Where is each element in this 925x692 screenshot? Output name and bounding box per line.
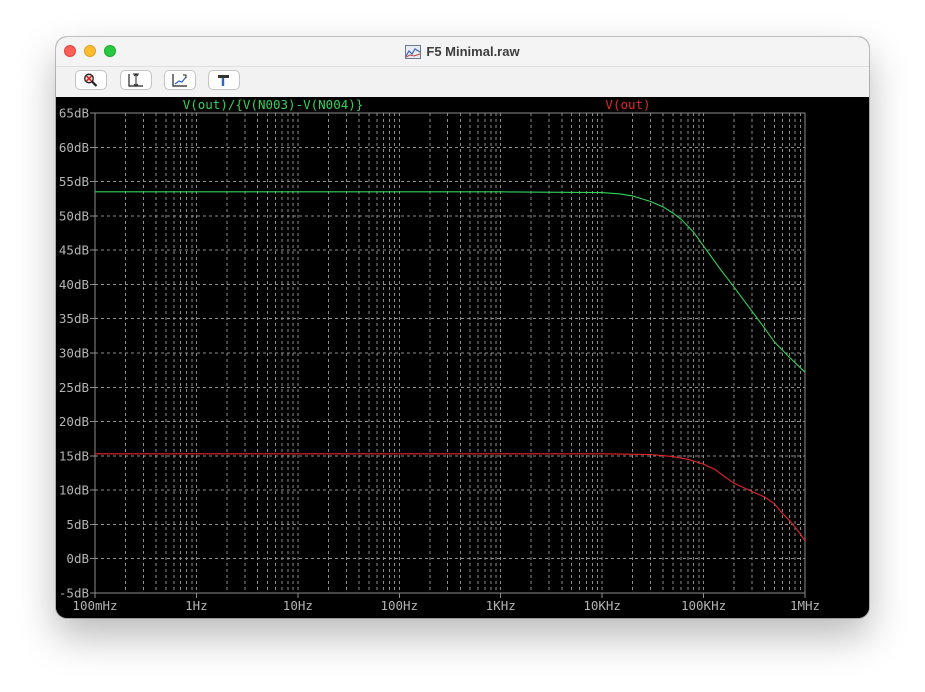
window-title-text: F5 Minimal.raw: [426, 44, 520, 59]
y-tick-label: 35dB: [59, 311, 89, 326]
y-tick-label: 25dB: [59, 380, 89, 395]
bode-plot-chart[interactable]: -5dB0dB5dB10dB15dB20dB25dB30dB35dB40dB45…: [56, 97, 869, 618]
y-tick-label: 60dB: [59, 140, 89, 155]
y-tick-label: 45dB: [59, 243, 89, 258]
legend-label-1: V(out)/{V(N003)-V(N004)}: [183, 97, 364, 112]
plot-area[interactable]: -5dB 0dB 5dB 10dB 15dB 20dB 25dB 30dB 35dB 40dB 45…: [56, 97, 869, 618]
x-tick-label: 100Hz: [380, 598, 418, 613]
waveform-file-icon: [405, 44, 422, 59]
y-tick-label: 65dB: [59, 106, 89, 121]
legend: V(out)/{V(N003)-V(N004)} V(out): [183, 97, 651, 112]
title-bar[interactable]: F5 Minimal.raw: [56, 37, 869, 67]
y-axis-tick-labels: -5dB0dB5dB10dB15dB20dB25dB30dB35dB40dB45…: [59, 106, 89, 601]
x-tick-label: 10KHz: [583, 598, 621, 613]
y-tick-label: 40dB: [59, 277, 89, 292]
zoom-fit-icon: [172, 74, 187, 87]
autorange-button[interactable]: [120, 70, 152, 90]
toolbar: [56, 67, 869, 97]
y-tick-label: 10dB: [59, 483, 89, 498]
x-tick-label: 100KHz: [681, 598, 726, 613]
y-tick-label: 50dB: [59, 208, 89, 223]
y-tick-label: 15dB: [59, 448, 89, 463]
magnifier-zoom-icon: [84, 73, 98, 87]
x-axis-tick-labels: 100mHz 1Hz 10Hz 100Hz 1KHz 10KHz 100KHz 1MHz: [72, 598, 820, 613]
autorange-icon: [128, 73, 143, 87]
legend-label-2: V(out): [605, 97, 650, 112]
x-tick-label: 1KHz: [486, 598, 516, 613]
x-tick-label: 100mHz: [72, 598, 117, 613]
y-tick-label: 30dB: [59, 346, 89, 361]
grid: [95, 113, 805, 593]
x-tick-label: 10Hz: [283, 598, 313, 613]
zoom-fit-button[interactable]: [164, 70, 196, 90]
y-tick-label: 20dB: [59, 414, 89, 429]
y-tick-label: 5dB: [66, 517, 89, 532]
plot-window: F5 Minimal.raw -5dB 0dB 5dB 10dB 15dB 20…: [56, 37, 869, 618]
x-tick-label: 1MHz: [790, 598, 820, 613]
zoom-button-tool[interactable]: [75, 70, 107, 90]
window-title: F5 Minimal.raw: [56, 37, 869, 66]
y-tick-label: 0dB: [66, 551, 89, 566]
x-tick-label: 1Hz: [185, 598, 208, 613]
hammer-icon: [218, 75, 229, 86]
hammer-button[interactable]: [208, 70, 240, 90]
y-tick-label: 55dB: [59, 174, 89, 189]
